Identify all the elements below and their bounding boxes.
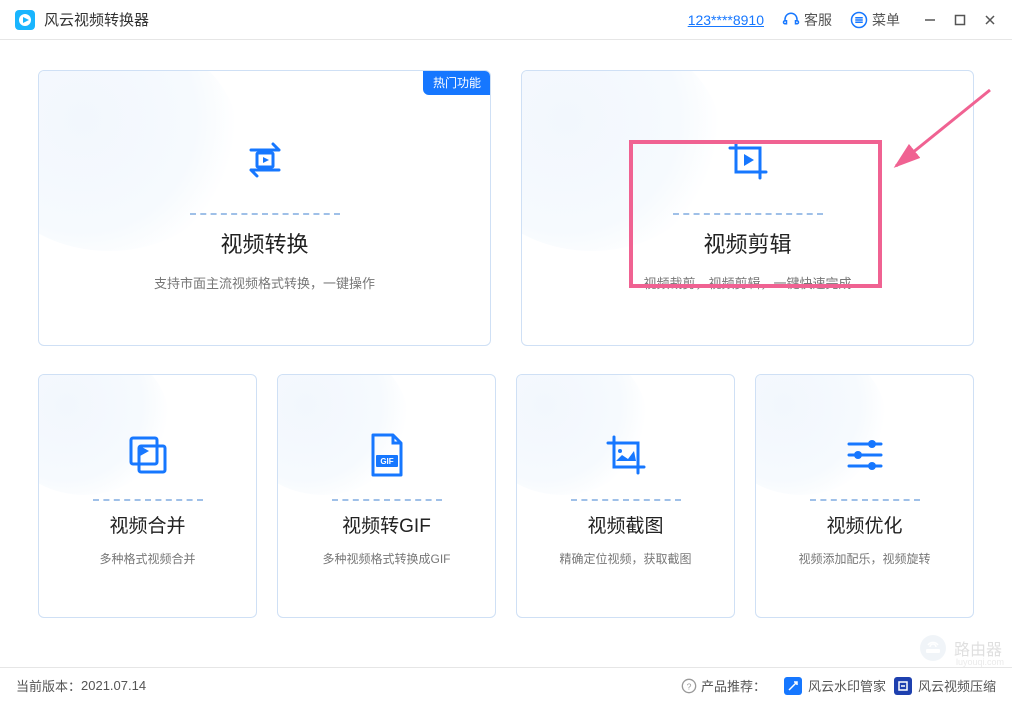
menu-label: 菜单: [872, 10, 900, 30]
compress-app-icon: [894, 677, 912, 695]
edit-icon: [720, 125, 776, 195]
app-logo-icon: [14, 9, 36, 31]
minimize-button[interactable]: [922, 12, 938, 28]
card-video-optimize[interactable]: 视频优化 视频添加配乐，视频旋转: [755, 374, 974, 618]
user-id-link[interactable]: 123****8910: [688, 12, 764, 28]
recommend-watermark[interactable]: 风云水印管家: [784, 676, 886, 695]
optimize-icon: [839, 425, 891, 485]
gif-desc: 多种视频格式转换成GIF: [323, 550, 451, 567]
gif-title: 视频转GIF: [342, 511, 431, 538]
version-label: 当前版本：: [16, 676, 81, 695]
menu-button[interactable]: 菜单: [850, 10, 900, 30]
gif-icon: GIF: [363, 425, 411, 485]
title-bar: 风云视频转换器 123****8910 客服 菜单: [0, 0, 1012, 40]
hot-badge: 热门功能: [423, 70, 491, 95]
headset-icon: [782, 11, 800, 29]
app-title: 风云视频转换器: [44, 9, 149, 30]
merge-title: 视频合并: [109, 511, 185, 538]
optimize-desc: 视频添加配乐，视频旋转: [798, 550, 930, 567]
merge-desc: 多种格式视频合并: [99, 550, 195, 567]
support-label: 客服: [804, 10, 832, 30]
footer-bar: 当前版本： 2021.07.14 ? 产品推荐： 风云水印管家 风云视频压缩: [0, 667, 1012, 703]
card-video-convert[interactable]: 热门功能 视频转换 支持市面主流视频格式转换，一键操作: [38, 70, 491, 346]
image-watermark: 路由器 luyouqi.com: [918, 633, 1002, 663]
card-video-gif[interactable]: GIF 视频转GIF 多种视频格式转换成GIF: [277, 374, 496, 618]
support-button[interactable]: 客服: [782, 10, 832, 30]
convert-title: 视频转换: [220, 227, 308, 259]
screenshot-title: 视频截图: [587, 511, 663, 538]
convert-icon: [237, 125, 293, 195]
convert-desc: 支持市面主流视频格式转换，一键操作: [154, 273, 375, 292]
svg-text:?: ?: [687, 681, 692, 691]
edit-desc: 视频裁剪，视频剪辑，一键快速完成: [643, 273, 851, 292]
screenshot-icon: [600, 425, 652, 485]
merge-icon: [122, 425, 174, 485]
card-video-edit[interactable]: 视频剪辑 视频裁剪，视频剪辑，一键快速完成: [521, 70, 974, 346]
edit-title: 视频剪辑: [703, 227, 791, 259]
optimize-title: 视频优化: [826, 511, 902, 538]
info-icon: ?: [681, 678, 697, 694]
card-video-screenshot[interactable]: 视频截图 精确定位视频，获取截图: [516, 374, 735, 618]
version-value: 2021.07.14: [81, 678, 146, 693]
maximize-button[interactable]: [952, 12, 968, 28]
watermark-app-icon: [784, 677, 802, 695]
menu-icon: [850, 11, 868, 29]
close-button[interactable]: [982, 12, 998, 28]
card-video-merge[interactable]: 视频合并 多种格式视频合并: [38, 374, 257, 618]
svg-text:GIF: GIF: [380, 457, 393, 466]
router-watermark-icon: [918, 633, 948, 663]
main-content: 热门功能 视频转换 支持市面主流视频格式转换，一键操作 视频剪辑 视频裁剪，视频…: [0, 40, 1012, 628]
screenshot-desc: 精确定位视频，获取截图: [559, 550, 691, 567]
recommend-label: ? 产品推荐：: [681, 676, 766, 695]
recommend-compress[interactable]: 风云视频压缩: [894, 676, 996, 695]
